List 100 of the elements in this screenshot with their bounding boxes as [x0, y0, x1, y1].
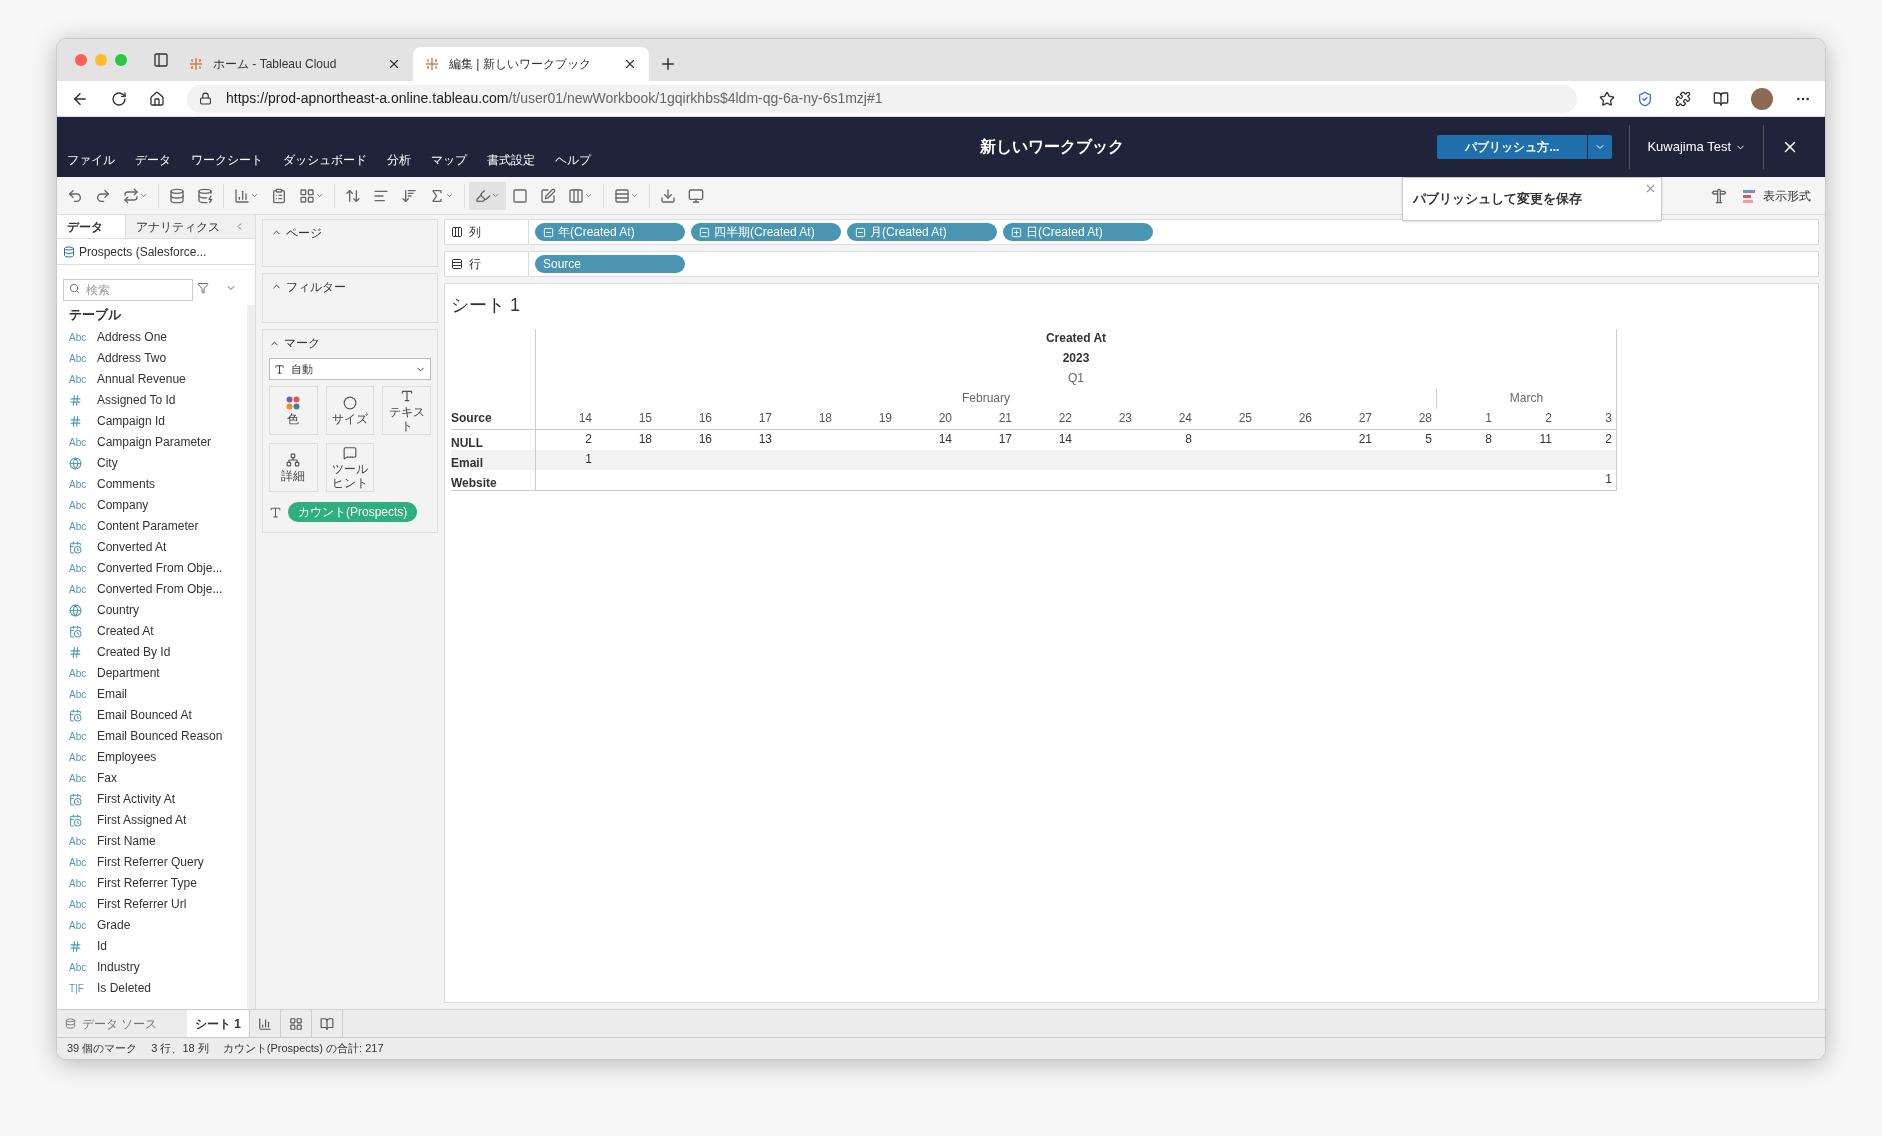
marks-card: マーク 自動 色 サイズ テキスト 詳細 ツールヒント カウント(Prospects) — [262, 329, 438, 533]
user-menu[interactable]: Kuwajima Test — [1631, 137, 1762, 157]
column-header: 2023 — [1062, 350, 1090, 367]
expand-icon[interactable] — [1011, 226, 1022, 238]
menu-item[interactable]: ワークシート — [191, 151, 263, 169]
rows-icon — [451, 258, 463, 270]
sidebar-toggle-icon[interactable] — [153, 52, 169, 68]
datasource-name[interactable]: Prospects (Salesforce... — [79, 242, 207, 261]
field-item[interactable]: First Activity At — [97, 790, 175, 808]
sheet-tab[interactable]: シート 1 — [187, 1010, 249, 1037]
publish-dropdown-button[interactable] — [1588, 135, 1613, 159]
field-item[interactable]: Country — [97, 601, 140, 619]
collapse-icon[interactable] — [699, 226, 710, 238]
number-type-icon — [69, 939, 82, 953]
table-cell-text: 1 — [1605, 471, 1612, 488]
close-tab-icon[interactable] — [623, 57, 637, 71]
field-item[interactable]: Content Parameter — [97, 517, 199, 535]
day-header: 14 — [578, 410, 592, 427]
menu-item[interactable]: ファイル — [67, 151, 115, 169]
browser-tab[interactable]: 編集 | 新しいワークブック — [413, 47, 649, 81]
mark-type-dropdown[interactable]: 自動 — [269, 358, 431, 380]
field-item[interactable]: Address Two — [97, 349, 167, 367]
favorites-icon[interactable] — [1713, 90, 1729, 107]
home-icon[interactable] — [149, 90, 165, 107]
datasource-icon — [65, 1018, 76, 1029]
field-type-label: Abc — [69, 666, 88, 681]
menu-item[interactable]: マップ — [431, 151, 467, 169]
table-cell-text: 5 — [1425, 431, 1432, 448]
field-item[interactable]: Address One — [97, 328, 168, 346]
extensions-icon[interactable] — [1675, 90, 1691, 107]
field-item[interactable]: Grade — [97, 916, 131, 934]
field-item[interactable]: Created By Id — [97, 643, 171, 661]
field-item[interactable]: Converted From Obje... — [97, 580, 223, 598]
sheet-tab[interactable]: データ ソース — [57, 1010, 187, 1037]
row-header: NULL — [451, 436, 483, 450]
day-header: 28 — [1418, 410, 1432, 427]
field-item[interactable]: First Assigned At — [97, 811, 187, 829]
field-item[interactable]: Converted At — [97, 538, 167, 556]
text-mark-icon — [274, 363, 285, 375]
field-item[interactable]: First Name — [97, 832, 156, 850]
field-item[interactable]: First Referrer Url — [97, 895, 187, 913]
address-bar[interactable]: https://prod-apnortheast-a.online.tableau.com/t/user01/newWorkbook/1gqirkhbs$4ldm-qg-6a-ny-6s1mzj#1 — [187, 84, 1577, 113]
field-type-label: Abc — [69, 918, 88, 933]
datasource-icon — [63, 245, 75, 258]
mark-property-button[interactable]: ツールヒント — [325, 443, 375, 492]
field-item[interactable]: Industry — [97, 958, 140, 976]
new-dashboard-icon[interactable] — [289, 1016, 303, 1031]
menu-item[interactable]: ダッシュボード — [283, 151, 367, 169]
pane-tab[interactable]: アナリティクス — [125, 215, 255, 238]
show-me-button[interactable]: 表示形式 — [1733, 186, 1821, 205]
reload-icon[interactable] — [111, 90, 127, 107]
field-item[interactable]: First Referrer Query — [97, 853, 204, 871]
day-header: 17 — [758, 410, 772, 427]
field-item[interactable]: Campaign Parameter — [97, 433, 212, 451]
collapse-icon[interactable] — [855, 226, 866, 238]
close-tab-icon[interactable] — [387, 57, 401, 71]
calendar-clock-icon — [69, 540, 82, 554]
menu-item[interactable]: 書式設定 — [487, 151, 535, 169]
field-item[interactable]: City — [97, 454, 118, 472]
search-field[interactable]: 検索 — [63, 279, 193, 301]
new-story-icon[interactable] — [320, 1016, 334, 1031]
browser-tab[interactable]: ホーム - Tableau Cloud — [177, 47, 413, 81]
table-cell-text: 16 — [698, 431, 712, 448]
field-item[interactable]: Department — [97, 664, 160, 682]
collapse-icon[interactable] — [543, 226, 554, 238]
new-tab-icon[interactable] — [659, 55, 677, 73]
field-item[interactable]: Email Bounced At — [97, 706, 192, 724]
menu-item[interactable]: データ — [135, 151, 171, 169]
mark-property-button[interactable]: 色 — [269, 386, 318, 435]
field-type-label: Abc — [69, 435, 88, 450]
field-item[interactable]: Email — [97, 685, 127, 703]
field-item[interactable]: Email Bounced Reason — [97, 727, 223, 745]
mark-property-button[interactable]: テキスト — [382, 386, 431, 435]
field-item[interactable]: Company — [97, 496, 149, 514]
field-item[interactable]: Campaign Id — [97, 412, 166, 430]
field-item[interactable]: Created At — [97, 622, 154, 640]
field-item[interactable]: Comments — [97, 475, 155, 493]
field-item[interactable]: Employees — [97, 748, 157, 766]
filter-icon[interactable] — [197, 282, 209, 294]
new-worksheet-icon[interactable] — [258, 1016, 272, 1031]
field-item[interactable]: First Referrer Type — [97, 874, 197, 892]
menu-item[interactable]: 分析 — [387, 151, 411, 169]
mark-property-button[interactable]: 詳細 — [269, 443, 318, 492]
scrollbar-track[interactable] — [247, 305, 255, 1009]
favorite-star-icon[interactable] — [1599, 90, 1615, 107]
day-header: 26 — [1298, 410, 1312, 427]
mark-property-button[interactable]: サイズ — [325, 386, 375, 435]
field-item[interactable]: Converted From Obje... — [97, 559, 223, 577]
column-header: Q1 — [1068, 370, 1084, 387]
field-item[interactable]: Is Deleted — [97, 979, 152, 997]
field-item[interactable]: Id — [97, 937, 107, 955]
day-header: 21 — [998, 410, 1012, 427]
field-item[interactable]: Fax — [97, 769, 117, 787]
menu-item[interactable]: ヘルプ — [555, 151, 591, 169]
table-cell-text: 14 — [1058, 431, 1072, 448]
profile-avatar[interactable] — [1751, 87, 1773, 110]
shield-icon[interactable] — [1637, 90, 1653, 107]
field-item[interactable]: Annual Revenue — [97, 370, 186, 388]
field-item[interactable]: Assigned To Id — [97, 391, 176, 409]
publish-button[interactable]: パブリッシュ方... — [1437, 135, 1588, 159]
